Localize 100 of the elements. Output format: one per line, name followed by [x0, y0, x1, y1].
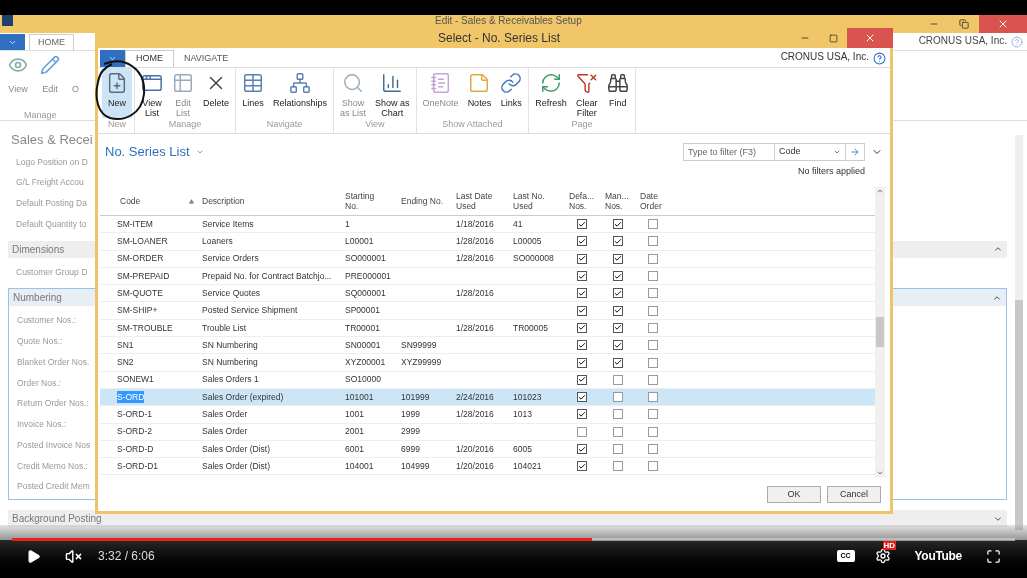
- checkbox[interactable]: [613, 374, 623, 385]
- checkbox[interactable]: [613, 219, 623, 230]
- checkbox[interactable]: [648, 236, 658, 247]
- checkbox[interactable]: [613, 271, 623, 282]
- checkbox[interactable]: [648, 461, 658, 472]
- checkbox[interactable]: [577, 444, 587, 454]
- help-icon[interactable]: [873, 52, 886, 65]
- checkbox[interactable]: [577, 374, 587, 385]
- checkbox[interactable]: [577, 357, 587, 368]
- checkbox[interactable]: [613, 322, 623, 333]
- table-row[interactable]: S-ORD-1 Sales Order 1001 1999 1/28/2016 1013: [100, 406, 875, 424]
- column-header[interactable]: Ending No.: [401, 196, 444, 206]
- ribbon-tab[interactable]: NAVIGATE: [174, 50, 239, 67]
- scrollbar-thumb[interactable]: [876, 317, 884, 347]
- checkbox[interactable]: [648, 322, 658, 333]
- checkbox[interactable]: [613, 409, 623, 420]
- column-header[interactable]: Last Date Used: [456, 191, 493, 211]
- checkbox[interactable]: [577, 426, 587, 437]
- checkbox[interactable]: [648, 340, 658, 351]
- checkbox[interactable]: [577, 461, 587, 472]
- checkbox[interactable]: [613, 305, 623, 316]
- list-title-dropdown[interactable]: No. Series List: [105, 142, 204, 162]
- table-row[interactable]: SM-ORDER Service Orders SO000001 1/28/2016 SO000008: [100, 250, 875, 268]
- ribbon-button[interactable]: Lines: [238, 68, 268, 118]
- checkbox[interactable]: [577, 305, 587, 316]
- table-row[interactable]: SM-ITEM Service Items 1 1/18/2016 41: [100, 216, 875, 234]
- checkbox[interactable]: [648, 357, 658, 368]
- ribbon-button[interactable]: View List: [137, 68, 167, 118]
- checkbox[interactable]: [613, 253, 623, 264]
- column-header[interactable]: Man... Nos.: [605, 191, 629, 211]
- checkbox[interactable]: [613, 236, 623, 247]
- checkbox[interactable]: [577, 219, 587, 230]
- ribbon-button[interactable]: Links: [496, 68, 527, 118]
- checkbox[interactable]: [648, 409, 658, 420]
- column-header[interactable]: Description: [202, 196, 245, 206]
- checkbox[interactable]: [577, 236, 587, 247]
- column-header[interactable]: Last No. Used: [513, 191, 545, 211]
- ribbon-button[interactable]: New: [102, 68, 132, 118]
- checkbox[interactable]: [648, 374, 658, 385]
- checkbox[interactable]: [648, 426, 658, 437]
- scroll-down-icon[interactable]: [876, 469, 884, 477]
- checkbox[interactable]: [577, 392, 587, 403]
- ribbon-button[interactable]: Notes: [463, 68, 496, 118]
- dialog-button[interactable]: Cancel: [827, 486, 881, 503]
- mute-icon[interactable]: [65, 547, 82, 565]
- table-row[interactable]: S-ORD-D1 Sales Order (Dist) 104001 104999 1/20/2016 104021: [100, 458, 875, 476]
- progress-track[interactable]: [12, 538, 1015, 541]
- checkbox[interactable]: [577, 253, 587, 264]
- filter-field-dropdown[interactable]: Code: [775, 142, 845, 161]
- ribbon-tab[interactable]: HOME: [125, 50, 174, 67]
- ribbon-button[interactable]: Delete: [199, 68, 233, 118]
- ribbon-button[interactable]: View: [8, 55, 28, 97]
- scroll-up-icon[interactable]: [876, 187, 884, 195]
- video-logo[interactable]: YouTube: [914, 547, 962, 565]
- ribbon-button[interactable]: O: [72, 55, 79, 97]
- checkbox[interactable]: [613, 444, 623, 454]
- table-row[interactable]: SM-QUOTE Service Quotes SQ000001 1/28/2016: [100, 285, 875, 303]
- checkbox[interactable]: [577, 409, 587, 420]
- checkbox[interactable]: [577, 340, 587, 351]
- ribbon-button[interactable]: Edit: [40, 55, 60, 97]
- table-row[interactable]: S-ORD-D Sales Order (Dist) 6001 6999 1/20/2016 6005: [100, 440, 875, 459]
- column-header[interactable]: Code: [120, 196, 141, 206]
- checkbox[interactable]: [613, 461, 623, 472]
- filter-input[interactable]: Type to filter (F3): [683, 142, 775, 161]
- table-row[interactable]: SN1 SN Numbering SN00001 SN99999: [100, 337, 875, 355]
- checkbox[interactable]: [613, 426, 623, 437]
- table-row[interactable]: SM-PREPAID Prepaid No. for Contract Batchjo... PRE000001: [100, 267, 875, 286]
- table-row[interactable]: SM-SHIP+ Posted Service Shipment SP00001: [100, 302, 875, 320]
- table-row[interactable]: SM-LOANER Loaners L00001 1/28/2016 L00005: [100, 233, 875, 251]
- dialog-button[interactable]: OK: [767, 486, 821, 503]
- table-row[interactable]: SN2 SN Numbering XYZ00001 XYZ99999: [100, 354, 875, 372]
- table-row[interactable]: SM-TROUBLE Trouble List TR00001 1/28/2016 TR00005: [100, 319, 875, 338]
- play-icon[interactable]: [26, 548, 41, 564]
- chevron-up-icon[interactable]: [993, 244, 1003, 254]
- column-header[interactable]: Defa... Nos.: [569, 191, 595, 211]
- column-header[interactable]: Date Order: [640, 191, 662, 211]
- checkbox[interactable]: [577, 271, 587, 282]
- settings-button[interactable]: HD: [874, 541, 897, 564]
- checkbox[interactable]: [648, 392, 658, 403]
- checkbox[interactable]: [613, 357, 623, 368]
- checkbox[interactable]: [613, 288, 623, 299]
- ribbon-button[interactable]: Clear Filter: [571, 68, 602, 118]
- fullscreen-icon[interactable]: [986, 548, 1001, 564]
- checkbox[interactable]: [648, 444, 658, 454]
- checkbox[interactable]: [648, 219, 658, 230]
- checkbox[interactable]: [613, 392, 623, 403]
- ribbon-button[interactable]: Refresh: [531, 68, 571, 118]
- apply-filter-button[interactable]: [845, 142, 865, 161]
- checkbox[interactable]: [648, 253, 658, 264]
- checkbox[interactable]: [613, 340, 623, 351]
- checkbox[interactable]: [648, 271, 658, 282]
- ribbon-button[interactable]: Show as Chart: [371, 68, 414, 118]
- ribbon-button[interactable]: Relationships: [269, 68, 332, 118]
- ribbon-tab[interactable]: HOME: [29, 34, 74, 50]
- table-row[interactable]: S-ORD-2 Sales Order 2001 2999: [100, 423, 875, 441]
- checkbox[interactable]: [577, 288, 587, 299]
- table-row[interactable]: SONEW1 Sales Orders 1 SO10000: [100, 371, 875, 389]
- checkbox[interactable]: [648, 288, 658, 299]
- checkbox[interactable]: [577, 322, 587, 333]
- list-scrollbar[interactable]: [875, 187, 885, 477]
